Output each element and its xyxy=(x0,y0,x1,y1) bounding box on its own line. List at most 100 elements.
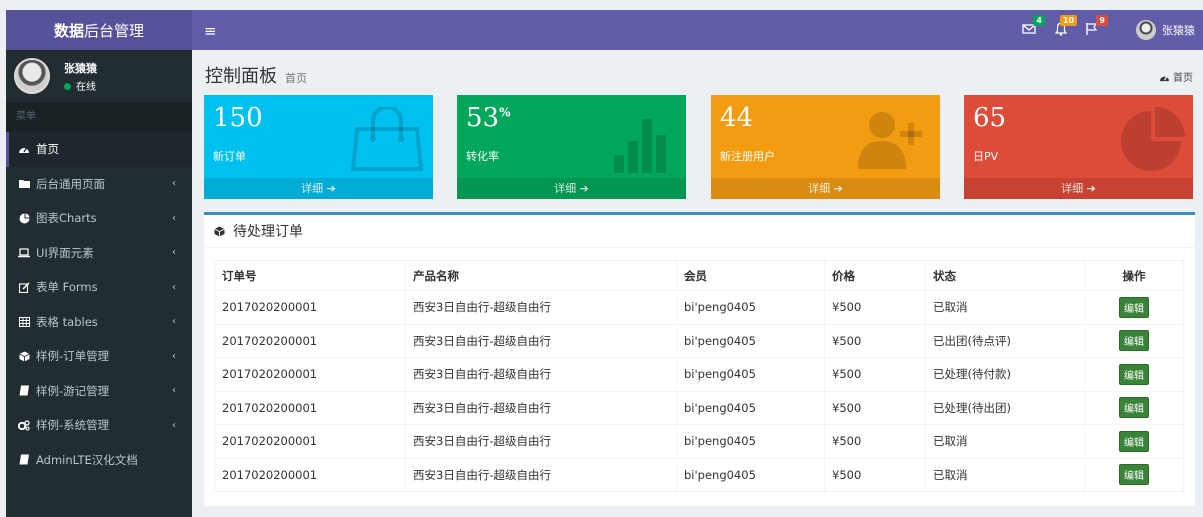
book-icon xyxy=(18,385,30,397)
price: ¥500 xyxy=(824,390,926,425)
sidebar-item-label: 首页 xyxy=(36,142,59,157)
price: ¥500 xyxy=(824,290,926,325)
status: 已取消 xyxy=(925,290,1085,325)
user-panel: 张猿猿 在线 xyxy=(6,50,192,102)
bar-chart-icon xyxy=(614,119,666,173)
panel-title: 待处理订单 xyxy=(233,224,303,240)
order-id: 2017020200001 xyxy=(214,357,406,392)
more-info-link[interactable]: 详细 ➔ xyxy=(204,178,433,199)
member: bi'peng0405 xyxy=(676,457,825,492)
price: ¥500 xyxy=(824,357,926,392)
product-name: 西安3日自由行-超级自由行 xyxy=(405,357,677,392)
arrow-circle-right-icon: ➔ xyxy=(1086,182,1096,195)
edit-button[interactable]: 编辑 xyxy=(1119,464,1149,486)
sidebar-item-label: AdminLTE汉化文档 xyxy=(36,452,138,467)
user-menu[interactable]: 张猿猿 xyxy=(1136,20,1195,40)
member: bi'peng0405 xyxy=(676,290,825,325)
table-row: 2017020200001 西安3日自由行-超级自由行 bi'peng0405 … xyxy=(214,390,1184,425)
arrow-circle-right-icon: ➔ xyxy=(833,182,843,195)
column-header: 产品名称 xyxy=(405,260,677,291)
panel-header: 待处理订单 xyxy=(204,215,1195,248)
column-header: 价格 xyxy=(824,260,926,291)
stat-label: 新订单 xyxy=(213,150,246,163)
sidebar: 张猿猿 在线 菜单 首页 后台通用页面 ‹ 图表Charts ‹ UI界面元素 … xyxy=(6,50,192,517)
arrow-circle-right-icon: ➔ xyxy=(326,182,336,195)
avatar xyxy=(14,58,50,94)
flag-icon[interactable]: 9 xyxy=(1085,15,1108,36)
user-avatar xyxy=(1136,20,1156,40)
messages-icon[interactable]: 4 xyxy=(1022,15,1045,36)
sidebar-item-system-management[interactable]: 样例-系统管理 ‹ xyxy=(6,408,192,443)
more-info-link[interactable]: 详细 ➔ xyxy=(964,178,1193,199)
table-header-row: 订单号 产品名称 会员 价格 状态 操作 xyxy=(214,260,1184,291)
table-row: 2017020200001 西安3日自由行-超级自由行 bi'peng0405 … xyxy=(214,290,1184,325)
sidebar-item-forms[interactable]: 表单 Forms ‹ xyxy=(6,270,192,305)
table-icon xyxy=(18,316,30,328)
stat-label: 日PV xyxy=(973,150,999,163)
member: bi'peng0405 xyxy=(676,424,825,459)
sidebar-item-label: 表格 tables xyxy=(36,314,98,329)
folder-icon xyxy=(18,178,30,190)
pie-chart-icon xyxy=(18,212,30,224)
sidebar-item-charts[interactable]: 图表Charts ‹ xyxy=(6,201,192,236)
member: bi'peng0405 xyxy=(676,390,825,425)
edit-button[interactable]: 编辑 xyxy=(1119,430,1149,452)
book-icon xyxy=(18,454,30,466)
more-info-link[interactable]: 详细 ➔ xyxy=(457,178,686,199)
status-text: 在线 xyxy=(76,81,96,93)
sidebar-item-home[interactable]: 首页 xyxy=(6,132,192,167)
chevron-left-icon: ‹ xyxy=(172,281,176,293)
sidebar-item-common-pages[interactable]: 后台通用页面 ‹ xyxy=(6,167,192,202)
orders-table: 订单号 产品名称 会员 价格 状态 操作 2017020200001 西安3日自… xyxy=(214,260,1184,492)
pending-orders-panel: 待处理订单 订单号 产品名称 会员 价格 状态 操作 2017020200001… xyxy=(204,212,1195,506)
page-subtitle: 首页 xyxy=(285,72,307,85)
arrow-circle-right-icon: ➔ xyxy=(579,182,589,195)
stat-label: 转化率 xyxy=(466,150,499,163)
logo-bold-text: 数据 xyxy=(53,21,84,40)
cube-icon xyxy=(18,350,30,362)
product-name: 西安3日自由行-超级自由行 xyxy=(405,457,677,492)
column-header: 会员 xyxy=(676,260,825,291)
sidebar-item-label: 后台通用页面 xyxy=(36,176,105,191)
sidebar-item-tables[interactable]: 表格 tables ‹ xyxy=(6,305,192,340)
edit-button[interactable]: 编辑 xyxy=(1119,397,1149,419)
user-plus-icon xyxy=(858,112,922,169)
status: 已出团(待点评) xyxy=(925,323,1085,358)
sidebar-item-order-management[interactable]: 样例-订单管理 ‹ xyxy=(6,339,192,374)
notifications-badge: 10 xyxy=(1059,15,1077,26)
order-id: 2017020200001 xyxy=(214,457,406,492)
page-title: 控制面板 首页 xyxy=(205,62,307,88)
breadcrumb[interactable]: 首页 xyxy=(1159,69,1193,84)
table-row: 2017020200001 西安3日自由行-超级自由行 bi'peng0405 … xyxy=(214,424,1184,459)
online-dot-icon xyxy=(64,82,71,90)
sidebar-toggle-icon[interactable]: ≡ xyxy=(204,22,217,40)
stat-value: 53% xyxy=(466,103,511,133)
sidebar-item-travel-notes[interactable]: 样例-游记管理 ‹ xyxy=(6,374,192,409)
column-header: 状态 xyxy=(925,260,1085,291)
stat-box-new-orders: 150 新订单 详细 ➔ xyxy=(204,95,433,199)
cogs-icon xyxy=(18,419,30,431)
edit-button[interactable]: 编辑 xyxy=(1119,330,1149,352)
stat-label: 新注册用户 xyxy=(720,150,775,163)
page-title-text: 控制面板 xyxy=(205,66,277,87)
edit-button[interactable]: 编辑 xyxy=(1119,296,1149,318)
logo-text: 后台管理 xyxy=(84,21,145,40)
more-info-link[interactable]: 详细 ➔ xyxy=(711,178,940,199)
online-status: 在线 xyxy=(64,78,97,93)
chevron-left-icon: ‹ xyxy=(172,316,176,328)
price: ¥500 xyxy=(824,424,926,459)
stat-value: 150 xyxy=(213,103,263,133)
messages-badge: 4 xyxy=(1033,15,1045,26)
top-user-name: 张猿猿 xyxy=(1162,24,1195,37)
app-logo[interactable]: 数据 后台管理 xyxy=(6,10,192,50)
sidebar-item-adminlte-docs[interactable]: AdminLTE汉化文档 xyxy=(6,443,192,478)
cube-icon xyxy=(214,226,225,236)
sidebar-item-label: UI界面元素 xyxy=(36,245,94,260)
sidebar-item-ui-elements[interactable]: UI界面元素 ‹ xyxy=(6,236,192,271)
edit-icon xyxy=(18,281,30,293)
notifications-icon[interactable]: 10 xyxy=(1054,15,1077,36)
breadcrumb-home: 首页 xyxy=(1173,73,1193,84)
stat-box-conversion: 53% 转化率 详细 ➔ xyxy=(457,95,686,199)
dashboard-icon xyxy=(18,143,30,155)
edit-button[interactable]: 编辑 xyxy=(1119,363,1149,385)
